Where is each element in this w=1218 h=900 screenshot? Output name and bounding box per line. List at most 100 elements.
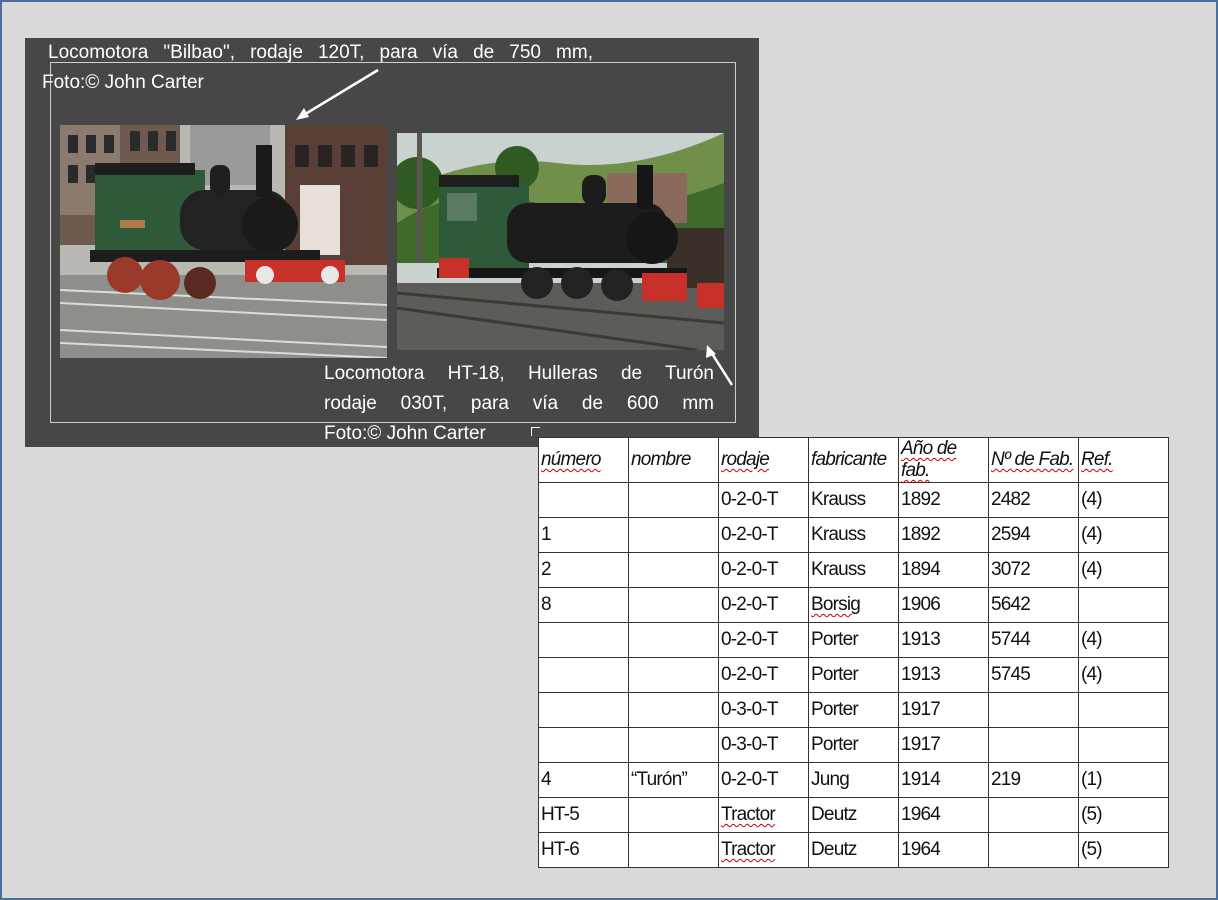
table-row: 0-2-0-T Porter 1913 5745 (4): [538, 657, 1169, 693]
table-cell: 4: [538, 762, 629, 798]
table-cell: [628, 482, 719, 518]
table-cell: [628, 797, 719, 833]
table-cell: 1964: [898, 797, 989, 833]
table-cell: (4): [1078, 622, 1169, 658]
header-num-fab: Nº de Fab.: [988, 437, 1079, 483]
table-row: 1 0-2-0-T Krauss 1892 2594 (4): [538, 517, 1169, 553]
table-cell: [628, 692, 719, 728]
table-cell: (4): [1078, 657, 1169, 693]
table-cell: [1078, 587, 1169, 623]
table-row: 8 0-2-0-T Borsig 1906 5642: [538, 587, 1169, 623]
table-cell: 1892: [898, 517, 989, 553]
table-cell: 2: [538, 552, 629, 588]
table-cell: (1): [1078, 762, 1169, 798]
table-cell: [988, 797, 1079, 833]
table-cell: [628, 657, 719, 693]
table-cell: Borsig: [808, 587, 899, 623]
table-cell: [628, 552, 719, 588]
table-cell: 2594: [988, 517, 1079, 553]
header-numero: número: [538, 437, 629, 483]
table-cell: 5744: [988, 622, 1079, 658]
header-rodaje: rodaje: [718, 437, 809, 483]
header-ref: Ref.: [1078, 437, 1169, 483]
table-cell: 0-3-0-T: [718, 692, 809, 728]
caption-bilbao: Locomotora "Bilbao", rodaje 120T, para v…: [42, 38, 593, 98]
table-row: 0-3-0-T Porter 1917: [538, 692, 1169, 728]
table-cell: 219: [988, 762, 1079, 798]
table-cell: [988, 832, 1079, 868]
table-cell: 0-2-0-T: [718, 762, 809, 798]
table-cell: 5642: [988, 587, 1079, 623]
caption-bilbao-credit: Foto:© John Carter: [42, 72, 204, 93]
table-cell: [538, 692, 629, 728]
table-cell: Tractor: [718, 797, 809, 833]
table-row: 0-3-0-T Porter 1917: [538, 727, 1169, 763]
table-cell: (4): [1078, 517, 1169, 553]
frame-corner-marker: [531, 427, 540, 436]
table-row: 0-2-0-T Krauss 1892 2482 (4): [538, 482, 1169, 518]
header-fabricante: fabricante: [808, 437, 899, 483]
table-cell: 1914: [898, 762, 989, 798]
table-row: HT-5 Tractor Deutz 1964 (5): [538, 797, 1169, 833]
table-cell: 0-2-0-T: [718, 517, 809, 553]
table-cell: Tractor: [718, 832, 809, 868]
table-cell: [538, 727, 629, 763]
table-cell: 1917: [898, 727, 989, 763]
table-row: 2 0-2-0-T Krauss 1894 3072 (4): [538, 552, 1169, 588]
table-cell: [628, 587, 719, 623]
locomotive-table: número nombre rodaje fabricante Año de f…: [538, 437, 1169, 868]
table-cell: [988, 692, 1079, 728]
table-cell: 1913: [898, 657, 989, 693]
table-cell: 1913: [898, 622, 989, 658]
caption-bilbao-line1: Locomotora "Bilbao", rodaje 120T, para v…: [48, 42, 593, 63]
table-cell: [1078, 692, 1169, 728]
table-cell: 1: [538, 517, 629, 553]
caption-ht18-line2: rodaje 030T, para vía de 600 mm: [324, 393, 714, 414]
table-cell: Porter: [808, 657, 899, 693]
table-cell: [988, 727, 1079, 763]
table-cell: 3072: [988, 552, 1079, 588]
table-cell: 1894: [898, 552, 989, 588]
table-cell: 2482: [988, 482, 1079, 518]
table-cell: Deutz: [808, 797, 899, 833]
header-nombre: nombre: [628, 437, 719, 483]
table-row: HT-6 Tractor Deutz 1964 (5): [538, 832, 1169, 868]
table-cell: Deutz: [808, 832, 899, 868]
table-cell: [628, 517, 719, 553]
table-cell: 8: [538, 587, 629, 623]
table-cell: Krauss: [808, 552, 899, 588]
table-cell: [538, 657, 629, 693]
table-cell: Krauss: [808, 517, 899, 553]
photo-bilbao-locomotive: [60, 125, 387, 358]
table-cell: [538, 482, 629, 518]
table-cell: [1078, 727, 1169, 763]
table-cell: 0-2-0-T: [718, 587, 809, 623]
table-cell: (4): [1078, 482, 1169, 518]
table-cell: 5745: [988, 657, 1079, 693]
table-cell: HT-5: [538, 797, 629, 833]
caption-ht18-line1: Locomotora HT-18, Hulleras de Turón: [324, 363, 714, 384]
table-cell: Krauss: [808, 482, 899, 518]
table-cell: 0-2-0-T: [718, 622, 809, 658]
table-cell: 0-2-0-T: [718, 552, 809, 588]
photo-ht18-locomotive: [397, 133, 724, 350]
table-cell: 0-3-0-T: [718, 727, 809, 763]
table-cell: (5): [1078, 797, 1169, 833]
caption-ht18-credit: Foto:© John Carter: [324, 423, 486, 444]
table-header-row: número nombre rodaje fabricante Año de f…: [538, 437, 1169, 483]
table-cell: (5): [1078, 832, 1169, 868]
table-row: 4 “Turón” 0-2-0-T Jung 1914 219 (1): [538, 762, 1169, 798]
header-ano-fab: Año de fab.: [898, 437, 989, 483]
caption-ht18: Locomotora HT-18, Hulleras de Turón roda…: [324, 359, 714, 449]
table-cell: Porter: [808, 727, 899, 763]
table-row: 0-2-0-T Porter 1913 5744 (4): [538, 622, 1169, 658]
table-cell: “Turón”: [628, 762, 719, 798]
table-cell: [538, 622, 629, 658]
table-cell: Jung: [808, 762, 899, 798]
table-cell: [628, 622, 719, 658]
table-cell: 1906: [898, 587, 989, 623]
table-cell: (4): [1078, 552, 1169, 588]
table-cell: 0-2-0-T: [718, 657, 809, 693]
table-cell: 1964: [898, 832, 989, 868]
table-cell: Porter: [808, 622, 899, 658]
